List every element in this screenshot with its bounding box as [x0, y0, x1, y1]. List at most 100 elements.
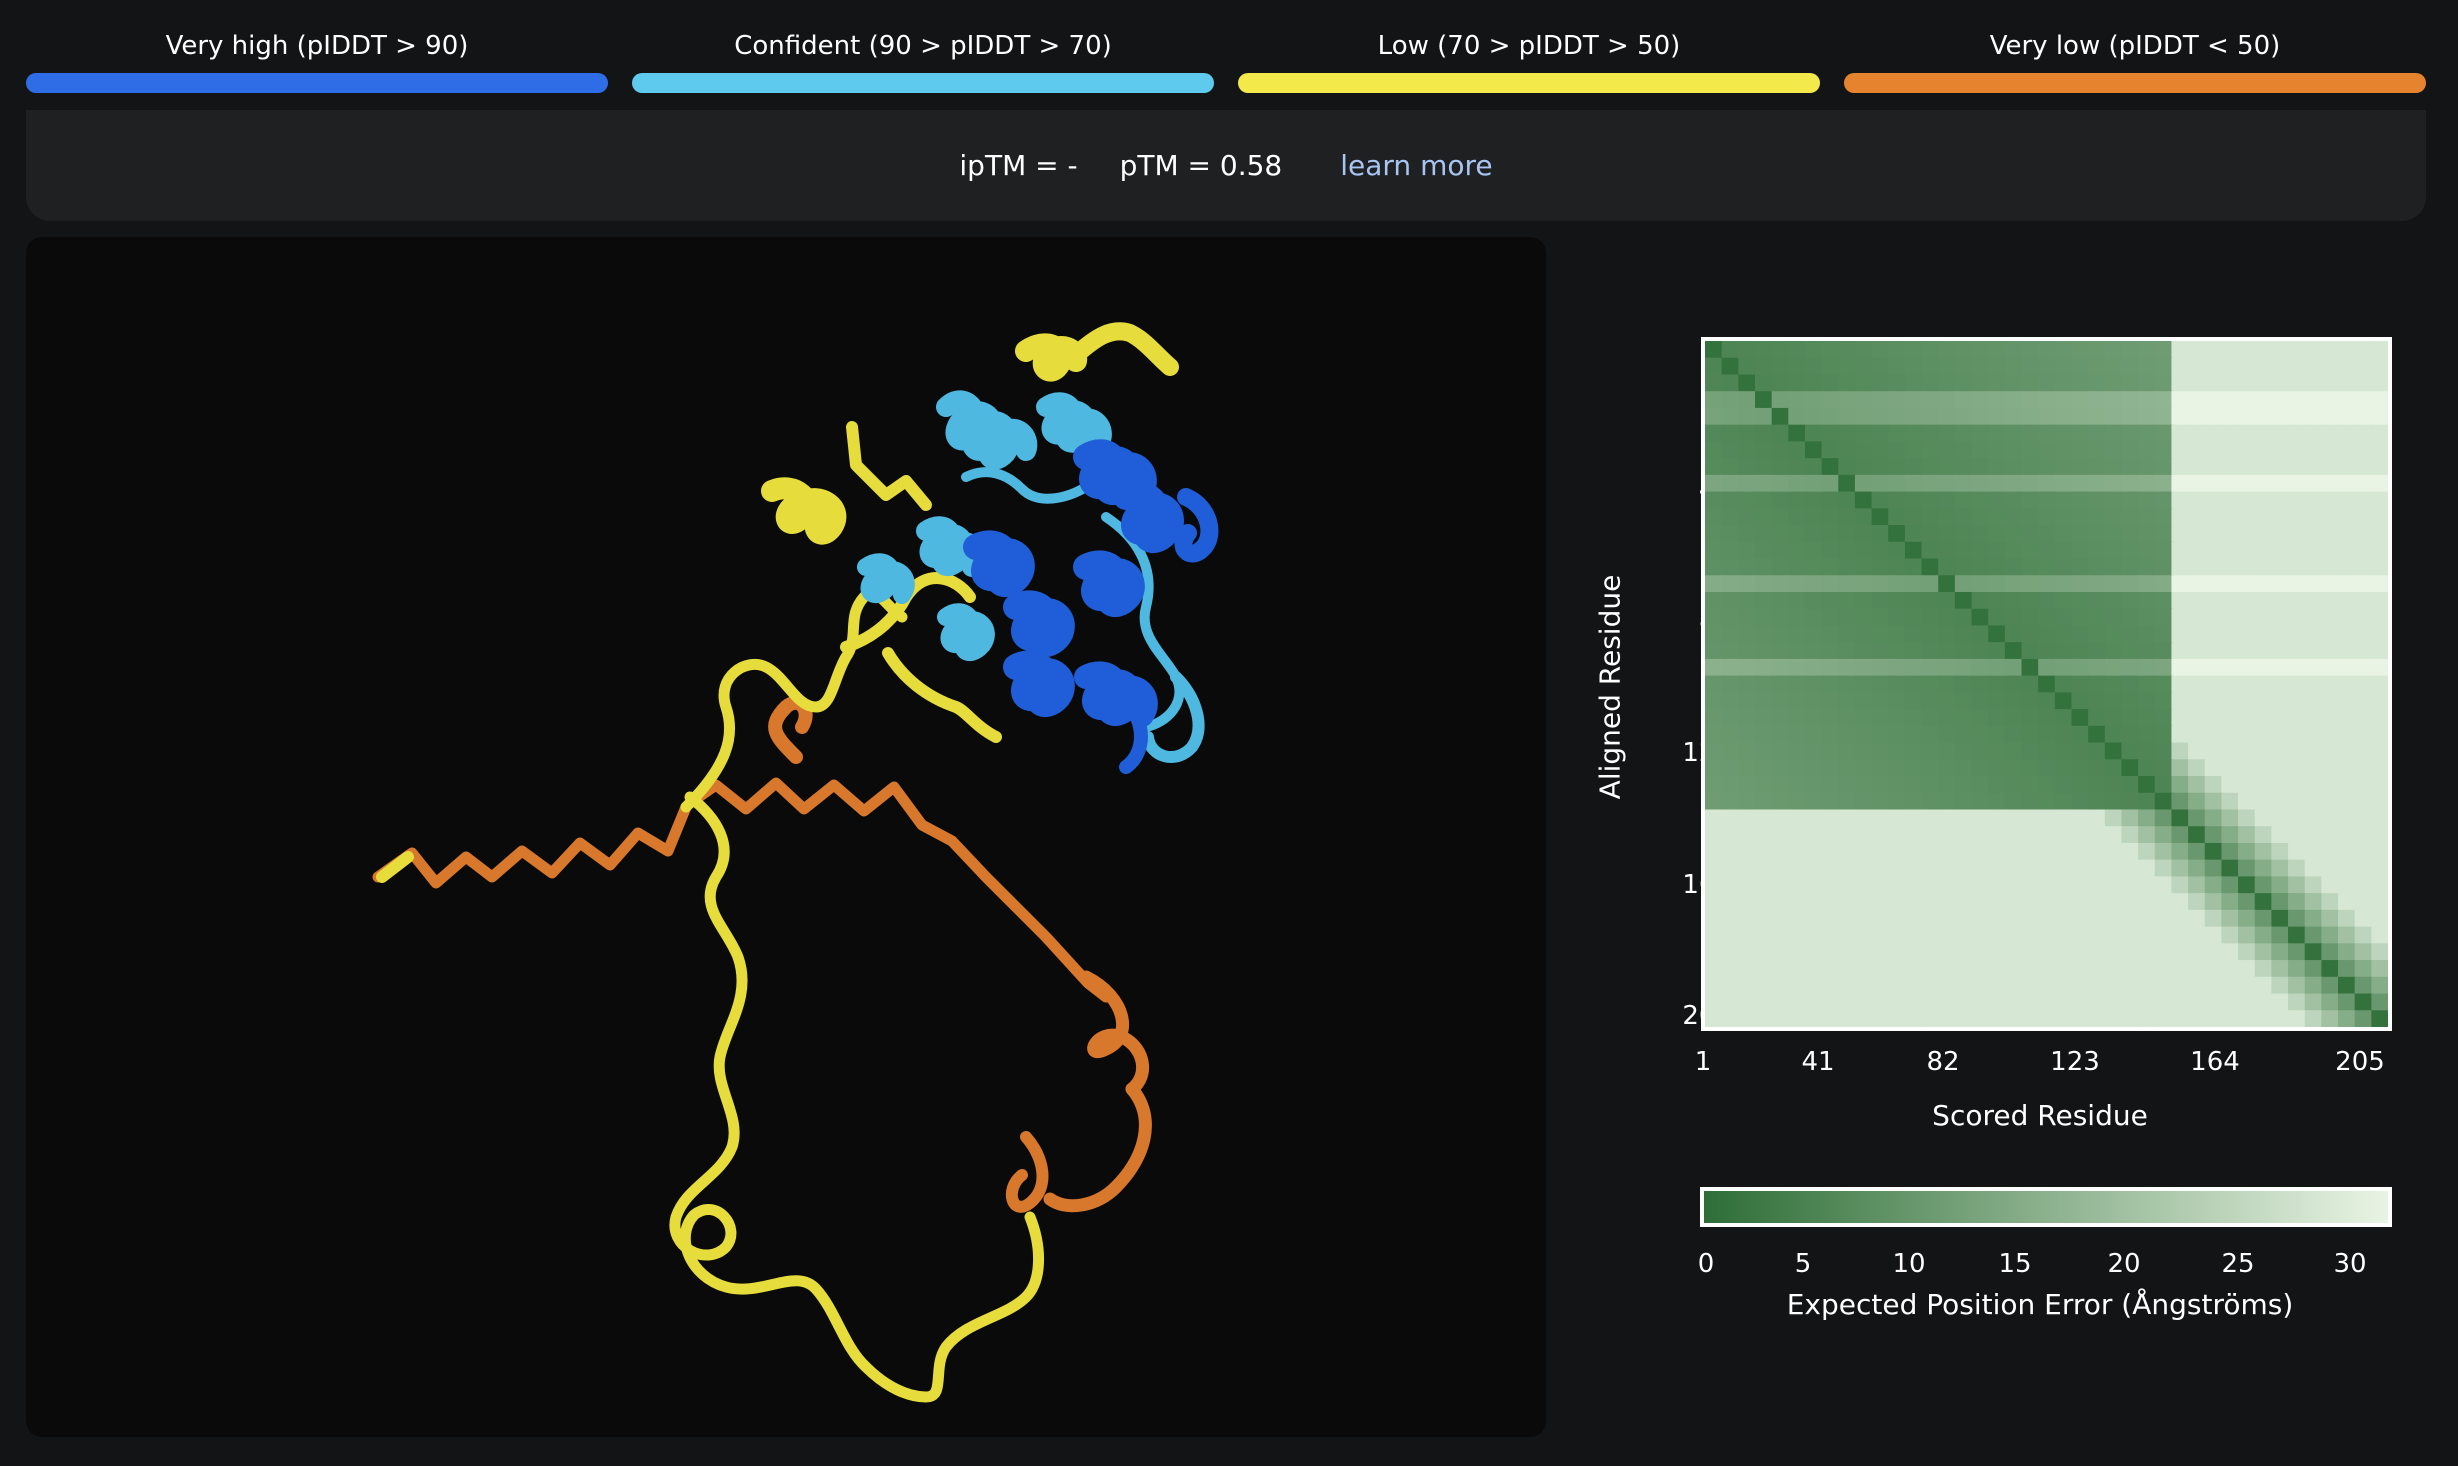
- heatmap-cell: [2121, 842, 2140, 862]
- heatmap-cell: [2288, 675, 2307, 695]
- heatmap-cell: [1871, 725, 1890, 745]
- heatmap-cell: [2254, 608, 2274, 628]
- heatmap-cell: [2288, 541, 2307, 561]
- heatmap-cell: [2204, 458, 2224, 477]
- heatmap-cell: [1971, 508, 1990, 527]
- heatmap-cell: [2104, 759, 2124, 778]
- heatmap-cell: [1904, 424, 1924, 444]
- heatmap-cell: [2254, 525, 2274, 544]
- heatmap-cell: [1705, 391, 1724, 410]
- heatmap-cell: [1705, 742, 1724, 761]
- heatmap-cell: [2238, 591, 2257, 611]
- heatmap-cell: [2354, 893, 2374, 912]
- heatmap-cell: [1954, 575, 1974, 594]
- heatmap-cell: [1804, 491, 1824, 510]
- heatmap-cell: [1954, 792, 1974, 812]
- ribbon-segment-low: [680, 587, 908, 813]
- heatmap-cell: [1938, 642, 1957, 661]
- heatmap-cell: [1904, 893, 1924, 912]
- structure-viewer[interactable]: [26, 237, 1546, 1437]
- heatmap-cell: [2088, 759, 2107, 778]
- heatmap-cell: [2254, 876, 2274, 895]
- heatmap-cell: [2054, 575, 2074, 594]
- heatmap-cell: [2038, 374, 2057, 393]
- heatmap-cell: [2138, 993, 2157, 1012]
- heatmap-cell: [1721, 859, 1740, 879]
- heatmap-cell: [1804, 341, 1824, 360]
- heatmap-cell: [2104, 809, 2124, 828]
- heatmap-cell: [1788, 508, 1807, 527]
- heatmap-cell: [1705, 826, 1724, 845]
- heatmap-cell: [1971, 458, 1990, 477]
- heatmap-cell: [2154, 658, 2174, 678]
- heatmap-cell: [1921, 960, 1940, 979]
- heatmap-cell: [2238, 441, 2257, 460]
- heatmap-cell: [2354, 943, 2374, 962]
- heatmap-cell: [1971, 575, 1990, 594]
- heatmap-cell: [1738, 508, 1757, 527]
- heatmap-cell: [2188, 658, 2207, 678]
- protein-structure-ribbon[interactable]: [26, 237, 1546, 1437]
- heatmap-cell: [2138, 893, 2157, 912]
- heatmap-cell: [2121, 357, 2140, 377]
- heatmap-cell: [2321, 558, 2340, 577]
- heatmap-cell: [2154, 558, 2174, 577]
- ribbon-segment-very-high: [1174, 488, 1219, 563]
- heatmap-cell: [1921, 943, 1940, 962]
- heatmap-cell: [1971, 725, 1990, 745]
- heatmap-cell: [1888, 391, 1907, 410]
- heatmap-cell: [2088, 909, 2107, 929]
- heatmap-cell: [1738, 675, 1757, 695]
- heatmap-cell: [1871, 926, 1890, 946]
- heatmap-cell: [2221, 960, 2240, 979]
- heatmap-cell: [1904, 357, 1924, 377]
- heatmap-cell: [2071, 642, 2090, 661]
- heatmap-cell: [2004, 960, 2024, 979]
- heatmap-cell: [2054, 842, 2074, 862]
- heatmap-cell: [2238, 525, 2257, 544]
- heatmap-cell: [2204, 441, 2224, 460]
- heatmap-cell: [2204, 826, 2224, 845]
- heatmap-cell: [2121, 491, 2140, 510]
- heatmap-cell: [1871, 1010, 1890, 1027]
- heatmap-cell: [1888, 658, 1907, 678]
- heatmap-cell: [2288, 993, 2307, 1012]
- heatmap-cell: [2088, 893, 2107, 912]
- heatmap-cell: [2254, 759, 2274, 778]
- heatmap-cell: [1821, 725, 1840, 745]
- heatmap-cell: [1988, 993, 2007, 1012]
- heatmap-cell: [2088, 541, 2107, 561]
- heatmap-cell: [1971, 976, 1990, 996]
- heatmap-cell: [1721, 458, 1740, 477]
- heatmap-cell: [1821, 474, 1840, 494]
- heatmap-cell: [1854, 642, 1874, 661]
- heatmap-cell: [1804, 441, 1824, 460]
- heatmap-cell: [2038, 575, 2057, 594]
- heatmap-cell: [1888, 876, 1907, 895]
- heatmap-cell: [2204, 341, 2224, 360]
- heatmap-cell: [2254, 441, 2274, 460]
- heatmap-cell: [1788, 893, 1807, 912]
- heatmap-cell: [1788, 993, 1807, 1012]
- heatmap-cell: [2354, 357, 2374, 377]
- heatmap-cell: [1738, 374, 1757, 393]
- heatmap-cell: [1888, 374, 1907, 393]
- heatmap-cell: [1988, 491, 2007, 510]
- colorbar-tick-label: 15: [1998, 1249, 2032, 1279]
- heatmap-cell: [2321, 541, 2340, 561]
- heatmap-cell: [1888, 675, 1907, 695]
- heatmap-cell: [1738, 725, 1757, 745]
- ribbon-segment-very-low: [372, 801, 692, 889]
- heatmap-cell: [1721, 541, 1740, 561]
- heatmap-cell: [1888, 424, 1907, 444]
- heatmap-cell: [2238, 776, 2257, 795]
- pae-heatmap-canvas: [1705, 341, 2388, 1027]
- heatmap-cell: [1988, 809, 2007, 828]
- learn-more-link[interactable]: learn more: [1340, 149, 1492, 182]
- heatmap-cell: [1971, 876, 1990, 895]
- pae-heatmap[interactable]: [1701, 337, 2392, 1031]
- heatmap-cell: [1888, 909, 1907, 929]
- heatmap-cell: [2121, 943, 2140, 962]
- heatmap-cell: [1921, 826, 1940, 845]
- heatmap-cell: [2138, 474, 2157, 494]
